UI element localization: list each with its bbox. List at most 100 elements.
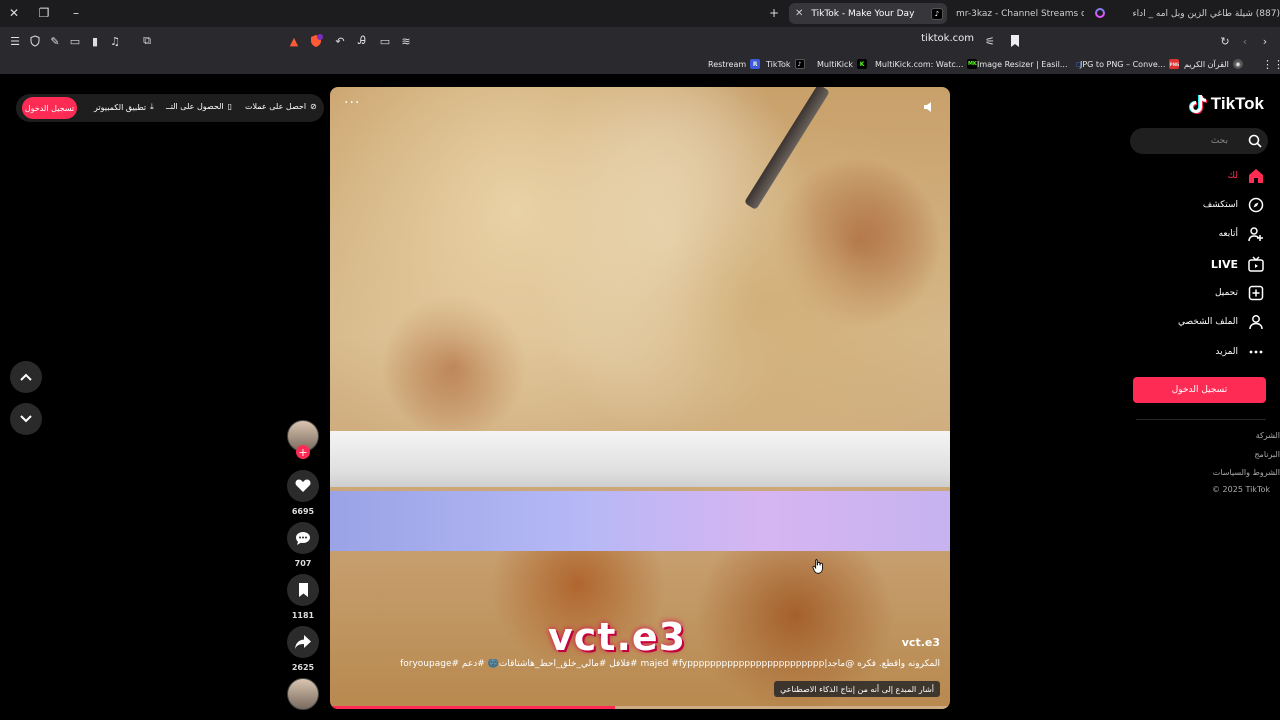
footer-link-company[interactable]: الشركة xyxy=(1256,431,1280,440)
footer-link-terms[interactable]: الشروط والسياسات xyxy=(1213,468,1280,477)
sidebar-item-upload[interactable]: تحميل xyxy=(1215,283,1264,303)
sidebar-item-label: LIVE xyxy=(1210,257,1238,271)
logo-text: TikTok xyxy=(1210,94,1264,113)
volume-icon[interactable] xyxy=(922,99,936,113)
bookmark-icon[interactable] xyxy=(1007,33,1023,49)
like-button[interactable] xyxy=(287,470,319,502)
video-progress-bar[interactable] xyxy=(330,706,950,709)
sidebar-item-label: الملف الشخصي xyxy=(1178,317,1238,327)
tab-youtube[interactable]: (887) شيلة طاغي الزين وبل امه _ اداء xyxy=(1122,3,1280,24)
globe-icon: ◉ xyxy=(1232,59,1243,69)
screenshot-icon[interactable]: ⧉ xyxy=(139,33,155,49)
tabs-icon[interactable]: ▭ xyxy=(67,33,83,49)
save-count: 1181 xyxy=(291,611,315,620)
chevron-up-icon xyxy=(20,373,32,381)
video-author[interactable]: vct.e3 xyxy=(902,636,940,649)
phone-icon: ▯ xyxy=(227,102,233,111)
bookmark-multikick-watch[interactable]: MultiKick.com: Watc... MK xyxy=(875,57,978,71)
follow-plus-icon[interactable]: + xyxy=(296,445,310,459)
bookmark-label: MultiKick xyxy=(817,59,854,69)
sidebar-item-for-you[interactable]: لك xyxy=(1228,166,1264,186)
back-icon[interactable]: ‹ xyxy=(1237,33,1253,49)
comment-icon xyxy=(296,531,310,545)
tiktok-icon: ♪ xyxy=(794,59,805,69)
address-bar[interactable]: tiktok.com xyxy=(921,33,974,44)
restore-window-icon[interactable]: ❐ xyxy=(34,4,54,22)
get-app-button[interactable]: الحصول على التــ ▯ xyxy=(166,102,232,111)
video-progress-fill xyxy=(330,706,616,709)
music-icon[interactable]: ♫ xyxy=(107,33,123,49)
more-options-icon[interactable]: ··· xyxy=(344,95,360,111)
coins-label: احصل على عملات xyxy=(245,102,307,111)
bookmark-quran[interactable]: القرآن الكريم ◉ xyxy=(1184,57,1243,71)
multikick-icon: MK xyxy=(967,59,978,69)
pip-icon[interactable]: ≋ xyxy=(398,33,414,49)
kick-icon: K xyxy=(857,59,868,69)
save-button[interactable] xyxy=(287,574,319,606)
search-icon[interactable] xyxy=(1248,134,1262,148)
undo-icon[interactable]: ↶ xyxy=(332,33,348,49)
sidebar-item-profile[interactable]: الملف الشخصي xyxy=(1178,312,1264,332)
ai-generated-label: أشار المبدع إلى أنه من إنتاج الذكاء الاص… xyxy=(774,681,940,697)
tiktok-logo[interactable]: TikTok xyxy=(1188,94,1264,114)
tiktok-favicon-icon: ♪ xyxy=(931,7,943,20)
share-button[interactable] xyxy=(287,626,319,658)
search-placeholder: بحث xyxy=(1210,136,1228,146)
top-actions-bar: تسجيل الدخول تطبيق الكمبيوتر ⤓ الحصول عل… xyxy=(16,94,324,122)
tab-kick-favicon-icon xyxy=(1090,4,1110,22)
bookmark-icon xyxy=(298,583,308,597)
browser-toolbar: ☰ ✎ ▭ ▮ ♫ ⧉ ▲ ↶ Ꭿ ▭ ≋ ⚟ ↻ ‹ › xyxy=(0,27,1280,54)
brave-rewards-icon[interactable]: ▲ xyxy=(286,33,302,49)
tiktok-note-icon xyxy=(1188,95,1207,114)
profile-icon xyxy=(1249,315,1263,330)
sidebar-item-following[interactable]: أتابعه xyxy=(1219,224,1264,244)
browser-tab-bar: ✕ ❐ – + ✕ TikTok - Make Your Day ♪ mr-3k… xyxy=(0,0,1280,27)
desktop-app-button[interactable]: تطبيق الكمبيوتر ⤓ xyxy=(94,102,154,112)
reload-icon[interactable]: ↻ xyxy=(1217,33,1233,49)
sound-avatar[interactable] xyxy=(287,678,319,710)
png-icon: PNG xyxy=(1169,59,1180,69)
extensions-icon[interactable]: ✎ xyxy=(47,33,63,49)
comment-button[interactable] xyxy=(287,522,319,554)
get-coins-button[interactable]: احصل على عملات ⊘ xyxy=(245,102,317,111)
menu-icon[interactable]: ☰ xyxy=(7,33,23,49)
minimize-window-icon[interactable]: – xyxy=(66,4,86,22)
video-watermark: vct.e3 xyxy=(548,615,687,659)
search-input[interactable]: بحث xyxy=(1130,128,1268,154)
previous-video-button[interactable] xyxy=(10,361,42,393)
next-video-button[interactable] xyxy=(10,403,42,435)
site-settings-icon[interactable]: ⚟ xyxy=(982,33,998,49)
video-player[interactable]: ··· vct.e3 vct.e3 المكرونه واقطع. فكره @… xyxy=(330,87,950,709)
new-tab-icon[interactable]: + xyxy=(764,4,784,22)
tab-kick[interactable]: mr-3kaz - Channel Streams on Kick xyxy=(956,3,1084,24)
all-bookmarks-icon[interactable]: ⋮⋮ xyxy=(1262,57,1280,71)
sidebar-divider xyxy=(1136,419,1266,420)
shield-icon[interactable] xyxy=(27,33,43,49)
forward-icon[interactable]: › xyxy=(1257,33,1273,49)
translate-icon[interactable]: Ꭿ xyxy=(354,33,370,49)
bookmark-restream[interactable]: Restream R xyxy=(708,57,761,71)
bookmark-label: TikTok xyxy=(766,59,791,69)
sidebar-item-explore[interactable]: استكشف xyxy=(1203,195,1264,215)
bookmark-image-resizer[interactable]: Image Resizer | Easil... ▢ xyxy=(977,57,1084,71)
video-frame-spatula xyxy=(743,87,831,211)
tiktok-page: تسجيل الدخول تطبيق الكمبيوتر ⤓ الحصول عل… xyxy=(0,76,1280,720)
tab-tiktok[interactable]: ✕ TikTok - Make Your Day ♪ xyxy=(789,3,947,24)
login-button[interactable]: تسجيل الدخول xyxy=(1133,377,1266,403)
desktop-app-label: تطبيق الكمبيوتر xyxy=(94,102,147,112)
close-window-icon[interactable]: ✕ xyxy=(4,4,24,22)
sidebar-icon[interactable]: ▮ xyxy=(87,33,103,49)
reader-icon[interactable]: ▭ xyxy=(377,33,393,49)
bookmark-tiktok[interactable]: TikTok ♪ xyxy=(766,57,805,71)
like-count: 6695 xyxy=(291,507,315,516)
sidebar-item-live[interactable]: LIVE xyxy=(1211,254,1264,274)
bookmark-multikick[interactable]: MultiKick K xyxy=(817,57,868,71)
sidebar-item-more[interactable]: المزيد xyxy=(1215,342,1264,362)
tab-close-icon[interactable]: ✕ xyxy=(795,8,803,19)
sidebar-item-label: أتابعه xyxy=(1218,229,1238,239)
tab-title: TikTok - Make Your Day xyxy=(811,8,915,19)
login-pill-button[interactable]: تسجيل الدخول xyxy=(22,97,77,119)
brave-shield-icon[interactable] xyxy=(308,33,324,49)
bookmark-jpg-to-png[interactable]: JPG to PNG – Conve... PNG xyxy=(1080,57,1180,71)
footer-link-program[interactable]: البرنامج xyxy=(1254,450,1280,459)
